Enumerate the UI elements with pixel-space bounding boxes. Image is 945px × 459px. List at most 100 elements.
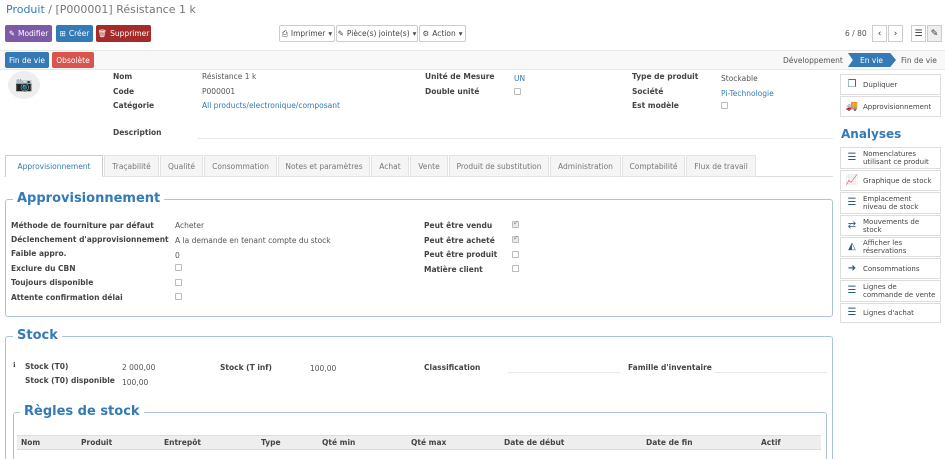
is-model-checkbox[interactable] <box>721 102 728 109</box>
exchange-icon: ⇄ <box>847 219 857 231</box>
column-product[interactable]: Produit <box>81 438 112 447</box>
obsolete-button[interactable]: Obsolète <box>52 52 94 68</box>
list-icon: ☰ <box>847 307 857 318</box>
exclude-cbn-checkbox[interactable] <box>175 264 182 271</box>
product-type-label: Type de produit <box>632 72 699 81</box>
action-dropdown[interactable]: ⚙ Action ▾ <box>419 25 466 42</box>
edit-button[interactable]: ✎ Modifier <box>5 25 52 42</box>
column-end-date[interactable]: Date de fin <box>646 438 693 447</box>
description-label: Description <box>113 128 162 137</box>
tab-sale[interactable]: Vente <box>410 155 448 177</box>
edit-square-icon: ✎ <box>930 28 939 39</box>
raw-material-checkbox[interactable] <box>512 265 519 272</box>
column-active[interactable]: Actif <box>761 438 781 447</box>
column-qty-min[interactable]: Qté min <box>322 438 355 447</box>
duplicate-button[interactable]: ❐ Dupliquer <box>840 74 941 95</box>
list-view-button[interactable]: ☰ <box>911 25 926 42</box>
chevron-right-icon: › <box>893 28 898 39</box>
description-field[interactable] <box>197 138 833 139</box>
tab-traceability[interactable]: Traçabilité <box>104 155 159 177</box>
tab-quality[interactable]: Qualité <box>160 155 203 177</box>
uom-label: Unité de Mesure <box>425 72 495 81</box>
area-chart-icon: ◭ <box>848 241 856 252</box>
tab-administration[interactable]: Administration <box>550 155 621 177</box>
stock-t0-label: Stock (T0) <box>25 362 69 371</box>
column-type[interactable]: Type <box>261 438 281 447</box>
stock-t0-available-value: 100,00 <box>122 378 149 387</box>
edit-icon: ✎ <box>8 29 15 38</box>
paperclip-icon: ✎ <box>337 29 344 38</box>
double-unit-checkbox[interactable] <box>514 88 521 95</box>
analysis-purchase-lines[interactable]: ☰ Lignes d'achat <box>840 303 941 323</box>
camera-icon: 📷 <box>15 77 33 93</box>
analysis-sale-order-lines[interactable]: ☰ Lignes de commande de vente <box>840 280 941 302</box>
trash-icon: 🗑 <box>97 29 108 38</box>
attachments-dropdown[interactable]: ✎ Pièce(s) jointe(s) ▾ <box>336 25 418 42</box>
can-sell-checkbox[interactable] <box>512 219 519 228</box>
can-produce-checkbox[interactable] <box>512 251 519 258</box>
tab-purchase[interactable]: Achat <box>371 155 409 177</box>
tab-workflow[interactable]: Flux de travail <box>686 155 756 177</box>
stage-active[interactable]: En vie <box>848 53 896 67</box>
stage-end-of-life[interactable]: Fin de vie <box>901 53 937 67</box>
classification-label: Classification <box>424 363 481 372</box>
pager-counter[interactable]: 6 / 80 <box>845 29 867 38</box>
column-name[interactable]: Nom <box>21 438 40 447</box>
category-link[interactable]: All products/electronique/composant <box>202 101 340 110</box>
supply-method-value[interactable]: Acheter <box>175 221 204 230</box>
company-link[interactable]: Pi-Technologie <box>721 89 774 98</box>
tab-accounting[interactable]: Comptabilité <box>622 155 685 177</box>
end-of-life-button[interactable]: Fin de vie <box>5 52 49 68</box>
name-value[interactable]: Résistance 1 k <box>202 72 256 81</box>
can-buy-checkbox[interactable] <box>512 234 519 243</box>
print-dropdown[interactable]: ⎙ Imprimer ▾ <box>279 25 335 42</box>
breadcrumb-root[interactable]: Produit <box>6 3 45 16</box>
uom-link[interactable]: UN <box>514 74 525 83</box>
breadcrumb-current: [P000001] Résistance 1 k <box>55 3 196 16</box>
await-confirmation-label: Attente confirmation délai <box>11 293 123 302</box>
column-qty-max[interactable]: Qté max <box>411 438 446 447</box>
company-label: Société <box>632 87 664 96</box>
low-procure-value[interactable]: 0 <box>175 251 180 260</box>
classification-field[interactable] <box>508 372 620 373</box>
analysis-stock-chart[interactable]: 📈 Graphique de stock <box>840 170 941 191</box>
analysis-reservations[interactable]: ◭ Afficher les réservations <box>840 237 941 257</box>
trigger-value[interactable]: A la demande en tenant compte du stock <box>175 236 331 245</box>
tab-consumption[interactable]: Consommation <box>204 155 277 177</box>
analysis-consumptions[interactable]: ➜ Consommations <box>840 258 941 279</box>
analysis-stock-location-level[interactable]: ☰ Emplacement niveau de stock <box>840 192 941 214</box>
caret-down-icon: ▾ <box>458 29 463 38</box>
column-start-date[interactable]: Date de début <box>504 438 564 447</box>
tab-procurement[interactable]: Approvisionnement <box>5 155 103 177</box>
create-icon: ⊞ <box>59 29 66 38</box>
supply-method-label: Méthode de fourniture par défaut <box>11 221 154 230</box>
column-warehouse[interactable]: Entrepôt <box>164 438 201 447</box>
can-buy-label: Peut être acheté <box>424 236 495 245</box>
form-view-button[interactable]: ✎ <box>927 25 942 42</box>
previous-record-button[interactable]: ‹ <box>872 25 887 42</box>
line-chart-icon: 📈 <box>845 174 859 186</box>
analysis-stock-moves[interactable]: ⇄ Mouvements de stock <box>840 215 941 236</box>
next-record-button[interactable]: › <box>888 25 903 42</box>
code-value[interactable]: P000001 <box>202 87 235 96</box>
await-confirmation-checkbox[interactable] <box>175 293 182 300</box>
low-procure-label: Faible appro. <box>11 249 67 258</box>
stock-t-inf-value: 100,00 <box>310 364 337 373</box>
inventory-family-field[interactable] <box>715 372 827 373</box>
analysis-bom-using-product[interactable]: ☰ Nomenclatures utilisant ce produit <box>840 147 941 169</box>
info-icon[interactable]: ℹ <box>13 361 16 369</box>
print-icon: ⎙ <box>281 28 288 38</box>
list-icon: ☰ <box>914 28 923 39</box>
tab-notes-parameters[interactable]: Notes et paramètres <box>278 155 370 177</box>
stage-development[interactable]: Développement <box>783 53 843 67</box>
delete-button[interactable]: 🗑 Supprimer <box>96 25 151 42</box>
product-image[interactable]: 📷 <box>8 71 40 99</box>
stock-t-inf-label: Stock (T inf) <box>220 363 272 372</box>
procurement-button[interactable]: 🚚 Approvisionnement <box>840 96 941 117</box>
product-type-value[interactable]: Stockable <box>721 74 758 83</box>
list-icon: ☰ <box>847 285 857 296</box>
stock-t0-available-label: Stock (T0) disponible <box>25 376 115 385</box>
create-button[interactable]: ⊞ Créer <box>56 25 93 42</box>
tab-substitution[interactable]: Produit de substitution <box>449 155 549 177</box>
always-available-checkbox[interactable] <box>175 279 182 286</box>
